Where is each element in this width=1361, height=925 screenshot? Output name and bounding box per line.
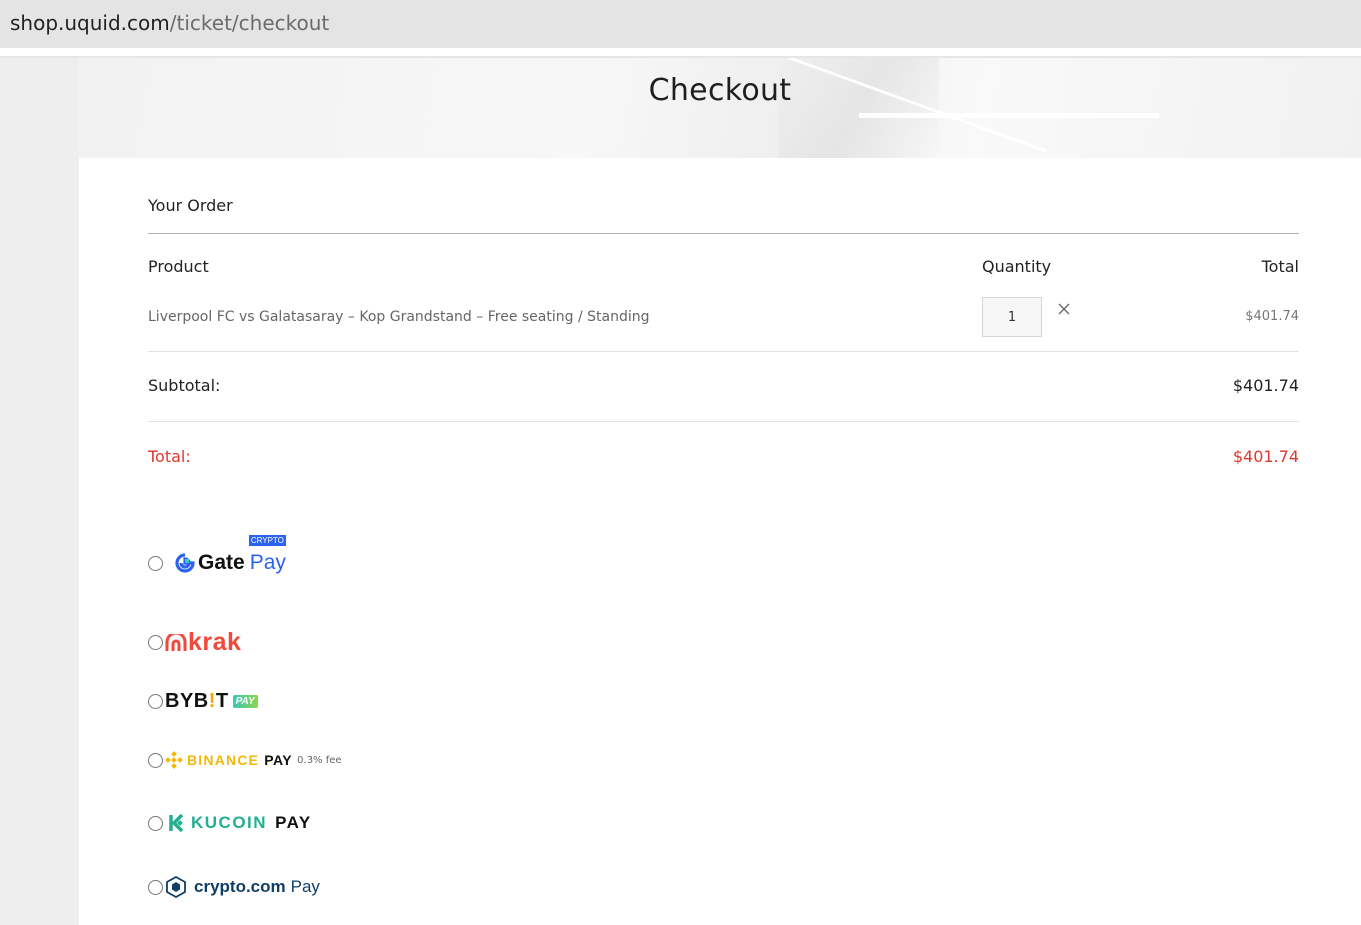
- url-text[interactable]: shop.uquid.com/ticket/checkout: [10, 11, 329, 35]
- crypto-com-brand: crypto.com: [194, 877, 286, 896]
- kucoin-icon: [169, 813, 184, 833]
- quantity-input[interactable]: [982, 297, 1042, 337]
- total-value: $401.74: [1232, 447, 1299, 466]
- binance-fee-note: 0.3% fee: [297, 754, 342, 766]
- page-title: Checkout: [648, 73, 792, 108]
- divider: [148, 351, 1299, 352]
- krak-logo: krak: [165, 628, 241, 657]
- binance-pay-radio[interactable]: [148, 752, 163, 768]
- column-header-product: Product: [148, 257, 209, 276]
- gate-pay-radio[interactable]: [148, 555, 163, 571]
- kucoin-brand: KUCOIN: [191, 813, 268, 832]
- divider: [148, 233, 1299, 234]
- krak-radio[interactable]: [148, 635, 163, 650]
- divider: [148, 421, 1299, 422]
- crypto-com-pay-radio[interactable]: [148, 879, 163, 895]
- bybit-brand: BYB!T: [165, 690, 229, 712]
- bybit-pay-badge: PAY: [232, 695, 258, 708]
- gate-pay-logo: Gate Pay CRYPTO: [175, 535, 286, 575]
- column-header-quantity: Quantity: [982, 257, 1052, 276]
- page-header-banner: Checkout: [79, 58, 1361, 158]
- column-header-total: Total: [1261, 257, 1299, 276]
- payment-option-kucoin-pay[interactable]: KUCOIN PAY: [148, 812, 312, 834]
- payment-option-gate-pay[interactable]: Gate Pay CRYPTO: [148, 535, 286, 575]
- payment-option-crypto-com-pay[interactable]: crypto.com Pay: [148, 876, 320, 898]
- left-gutter: [0, 58, 79, 925]
- kucoin-pay-radio[interactable]: [148, 815, 163, 831]
- url-path: /ticket/checkout: [169, 11, 330, 35]
- binance-pay-suffix: PAY: [264, 752, 293, 768]
- subtotal-label: Subtotal:: [148, 376, 221, 395]
- order-heading: Your Order: [148, 196, 233, 215]
- krak-icon: [165, 633, 187, 651]
- bybit-pay-logo: BYB!T PAY: [165, 690, 258, 713]
- crypto-com-icon: [166, 876, 186, 898]
- crypto-badge: CRYPTO: [248, 535, 286, 546]
- kucoin-pay-suffix: PAY: [275, 813, 312, 832]
- bybit-pay-radio[interactable]: [148, 694, 163, 709]
- kucoin-pay-logo: KUCOIN PAY: [165, 812, 312, 834]
- subtotal-value: $401.74: [1232, 376, 1299, 395]
- close-icon[interactable]: [1057, 302, 1071, 320]
- gate-icon: [175, 553, 195, 573]
- binance-icon: [165, 751, 183, 769]
- payment-option-binance-pay[interactable]: BINANCE PAY 0.3% fee: [148, 751, 342, 769]
- payment-option-krak[interactable]: krak: [148, 628, 241, 657]
- total-label: Total:: [148, 447, 191, 466]
- krak-brand: krak: [188, 628, 242, 656]
- binance-brand: BINANCE: [187, 752, 260, 768]
- payment-option-bybit-pay[interactable]: BYB!T PAY: [148, 690, 258, 713]
- product-name: Liverpool FC vs Galatasaray – Kop Grands…: [148, 309, 650, 325]
- binance-pay-logo: BINANCE PAY 0.3% fee: [165, 751, 342, 769]
- gate-brand: Gate: [198, 551, 245, 574]
- gate-pay-suffix: Pay: [249, 551, 286, 574]
- crypto-com-pay-logo: crypto.com Pay: [165, 876, 320, 898]
- url-host: shop.uquid.com: [10, 11, 170, 35]
- line-item-total: $401.74: [1245, 309, 1299, 324]
- crypto-com-pay-suffix: Pay: [290, 877, 320, 896]
- address-bar[interactable]: shop.uquid.com/ticket/checkout: [0, 0, 1361, 48]
